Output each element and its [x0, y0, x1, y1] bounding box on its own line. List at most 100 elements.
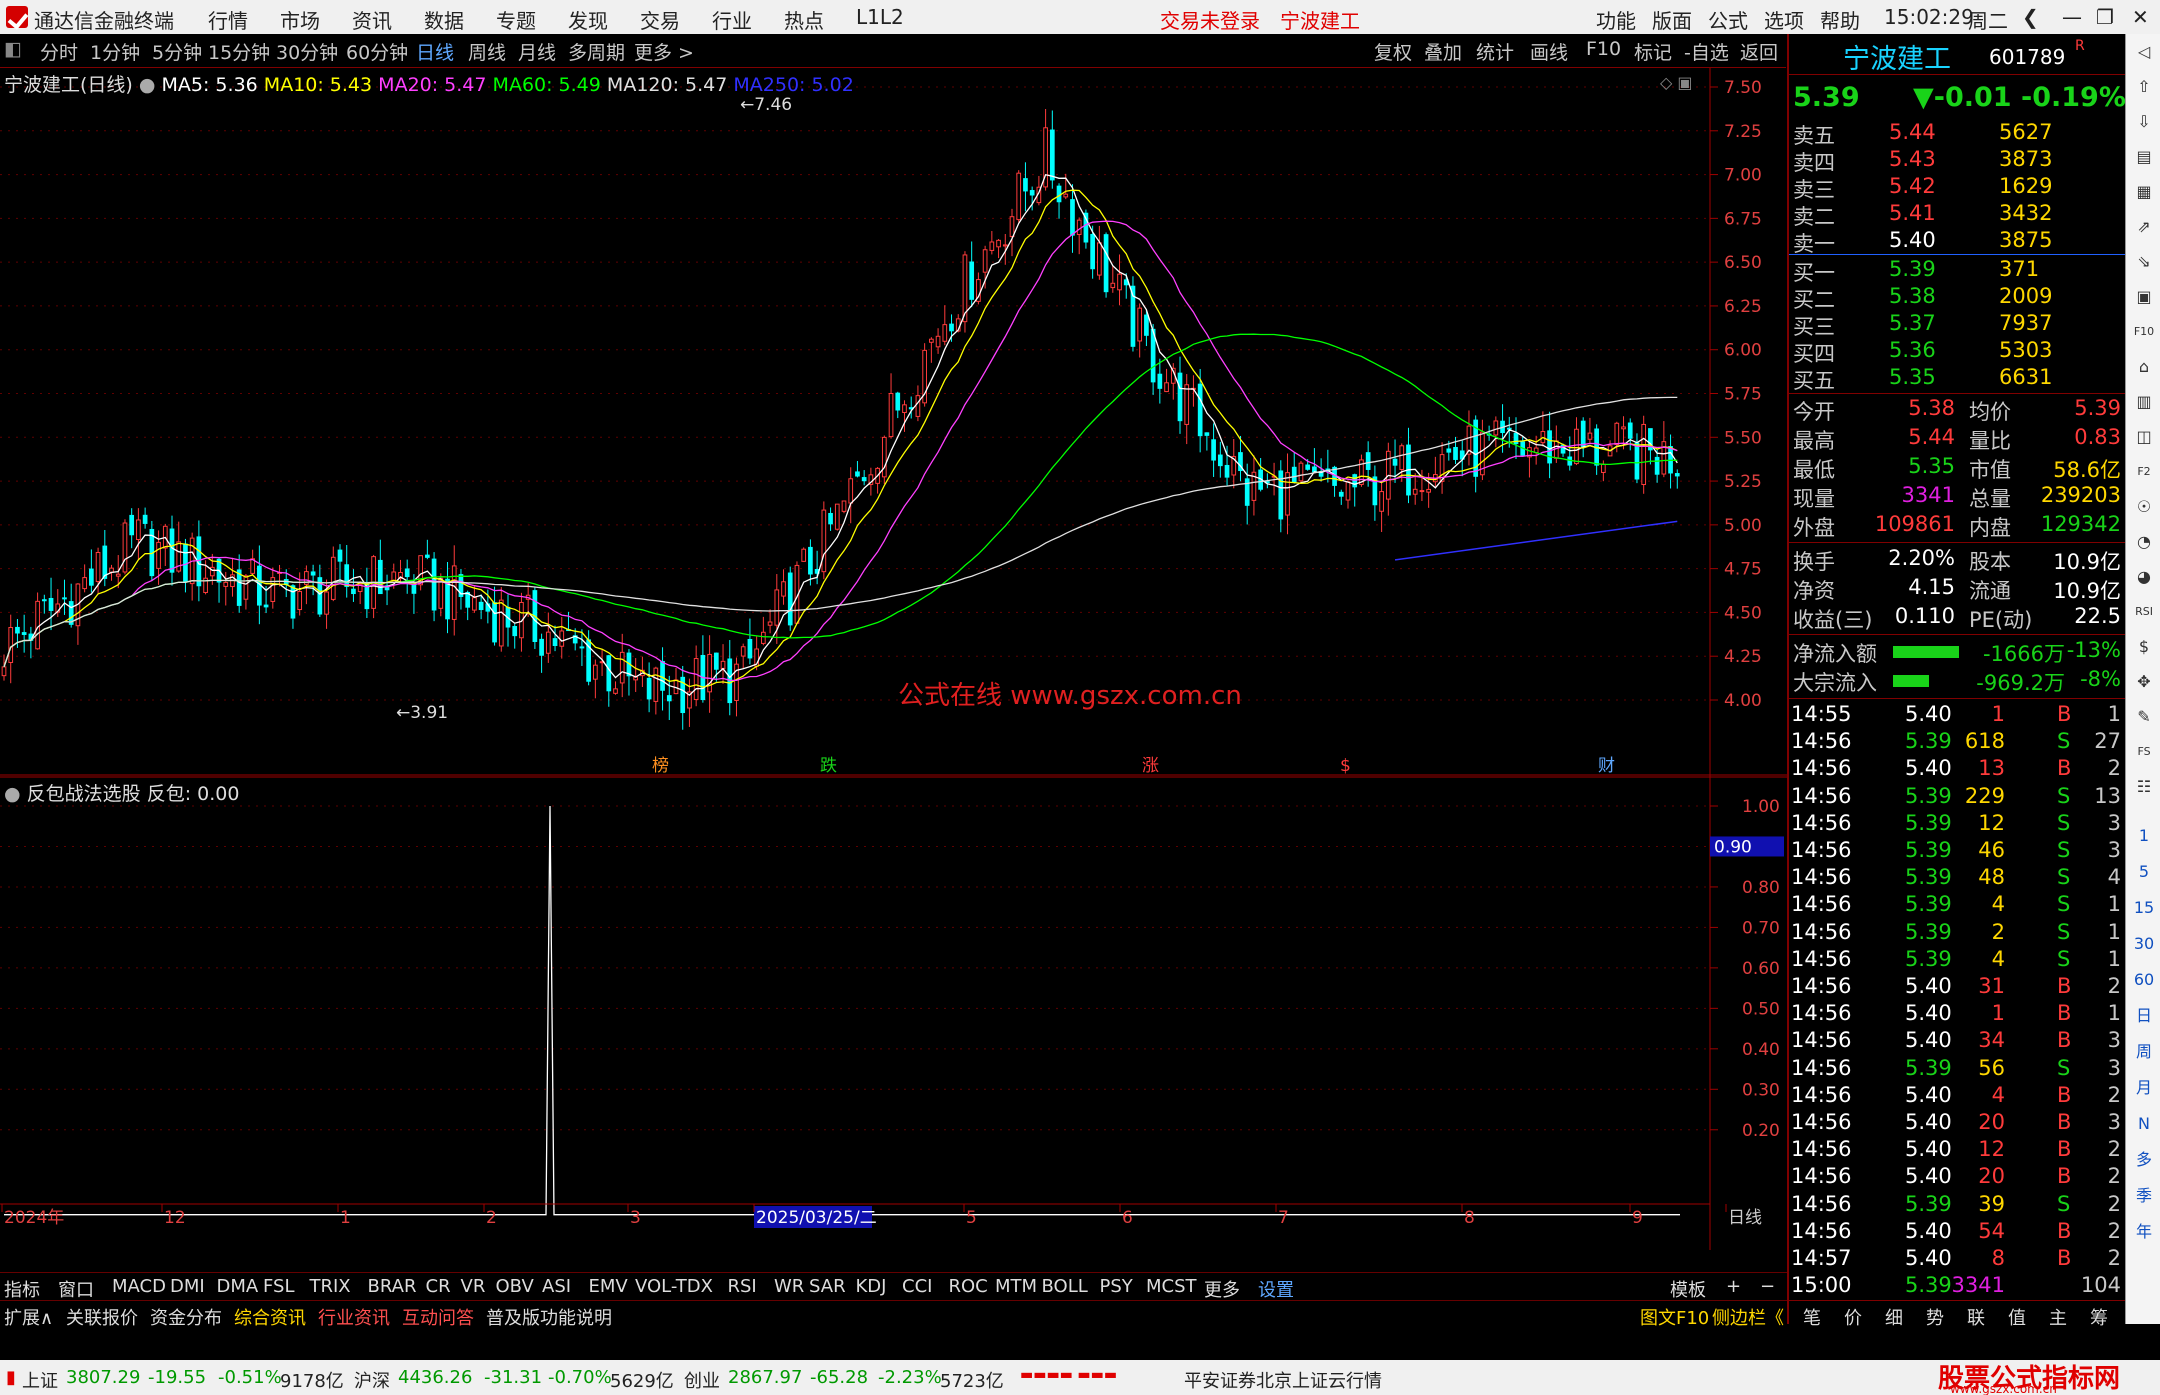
side-tool-icon[interactable]: F2 [2132, 460, 2156, 484]
side-tool-icon[interactable]: ▣ [2132, 285, 2156, 309]
indicator-tab[interactable]: 设置 [1258, 1276, 1294, 1302]
indicator-tab[interactable]: 指标 [4, 1276, 40, 1302]
side-period-button[interactable]: N [2132, 1112, 2156, 1136]
stat-row[interactable]: 换手 2.20% 股本 10.9亿 [1789, 546, 2125, 574]
side-period-button[interactable]: 季 [2132, 1184, 2156, 1208]
period-30min[interactable]: 30分钟 [276, 38, 338, 65]
btn-fanhui[interactable]: 返回 [1740, 38, 1778, 65]
indicator-tab[interactable]: DMA [217, 1276, 259, 1297]
quote-tab[interactable]: 联 [1967, 1304, 1985, 1330]
tick-row[interactable]: 14:56 5.39 618 S 27 [1789, 729, 2125, 756]
indicator-tab[interactable]: MCST [1146, 1276, 1197, 1297]
bottom-tab[interactable]: 普及版功能说明 [486, 1304, 612, 1330]
quote-tab[interactable]: 价 [1844, 1304, 1862, 1330]
tick-row[interactable]: 14:56 5.39 4 S 1 [1789, 892, 2125, 919]
menu-item-hangye[interactable]: 行业 [712, 5, 752, 34]
tick-row[interactable]: 14:56 5.40 20 B 2 [1789, 1164, 2125, 1191]
indicator-tab[interactable]: RSI [728, 1276, 757, 1297]
tick-row[interactable]: 14:56 5.39 4 S 1 [1789, 947, 2125, 974]
indicator-tab[interactable]: BOLL [1042, 1276, 1088, 1297]
stat-row[interactable]: 收益(三) 0.110 PE(动) 22.5 [1789, 604, 2125, 632]
side-period-button[interactable]: 月 [2132, 1076, 2156, 1100]
restore-icon[interactable]: ❐ [2096, 5, 2114, 29]
ask-row[interactable]: 卖一 5.40 3875 [1789, 228, 2125, 256]
tick-row[interactable]: 14:55 5.40 1 B 1 [1789, 702, 2125, 729]
tick-row[interactable]: 14:56 5.40 12 B 2 [1789, 1137, 2125, 1164]
settings-dot-icon[interactable]: ● [139, 74, 156, 96]
indicator-tab-right[interactable]: 模板 [1670, 1276, 1706, 1302]
bid-row[interactable]: 买二 5.38 2009 [1789, 284, 2125, 312]
indicator-tab[interactable]: FSL [263, 1276, 295, 1297]
indicator-chart[interactable]: 1.000.900.800.700.600.500.400.300.200.90… [0, 776, 1787, 1250]
tick-row[interactable]: 14:56 5.39 2 S 1 [1789, 920, 2125, 947]
menu-item-gongshi[interactable]: 公式 [1708, 5, 1748, 34]
btn-fuquan[interactable]: 复权 [1374, 38, 1412, 65]
back-arrow-icon[interactable]: ❮ [2022, 5, 2039, 29]
side-tool-icon[interactable]: ◔ [2132, 530, 2156, 554]
menu-item-l1l2[interactable]: L1L2 [856, 5, 904, 29]
tick-row[interactable]: 14:56 5.40 13 B 2 [1789, 756, 2125, 783]
sz-label[interactable]: 沪深 [354, 1367, 390, 1393]
indicator-tab[interactable]: MTM [995, 1276, 1037, 1297]
indicator-tab[interactable]: VR [461, 1276, 486, 1297]
indicator-tab[interactable]: ASI [542, 1276, 571, 1297]
tick-row[interactable]: 14:57 5.40 8 B 2 [1789, 1246, 2125, 1273]
bid-row[interactable]: 买三 5.37 7937 [1789, 311, 2125, 339]
btn-biaoji[interactable]: 标记 [1634, 38, 1672, 65]
side-tool-icon[interactable]: ✎ [2132, 705, 2156, 729]
period-60min[interactable]: 60分钟 [346, 38, 408, 65]
period-5min[interactable]: 5分钟 [152, 38, 202, 65]
side-period-button[interactable]: 多 [2132, 1148, 2156, 1172]
ask-row[interactable]: 卖三 5.42 1629 [1789, 174, 2125, 202]
stat-row[interactable]: 最高 5.44 量比 0.83 [1789, 425, 2125, 453]
side-tool-icon[interactable]: ◁ [2132, 40, 2156, 64]
period-multi[interactable]: 多周期 [568, 38, 625, 65]
indicator-tab[interactable]: CR [426, 1276, 451, 1297]
period-more[interactable]: 更多 > [634, 38, 694, 65]
quote-tab[interactable]: 细 [1885, 1304, 1903, 1330]
stat-row[interactable]: 外盘 109861 内盘 129342 [1789, 512, 2125, 540]
side-tool-icon[interactable]: ◫ [2132, 425, 2156, 449]
bottom-tab[interactable]: 行业资讯 [318, 1304, 390, 1330]
menu-item-shuju[interactable]: 数据 [424, 5, 464, 34]
tick-row[interactable]: 14:56 5.39 229 S 13 [1789, 784, 2125, 811]
bottom-tab-right[interactable]: 图文F10 [1640, 1304, 1709, 1330]
indicator-tab[interactable]: 更多 [1204, 1276, 1240, 1302]
bid-row[interactable]: 买一 5.39 371 [1789, 257, 2125, 285]
side-tool-icon[interactable]: ◕ [2132, 565, 2156, 589]
tick-row[interactable]: 14:56 5.39 48 S 4 [1789, 865, 2125, 892]
side-tool-icon[interactable]: ☷ [2132, 775, 2156, 799]
quote-tab[interactable]: 笔 [1803, 1304, 1821, 1330]
tick-row[interactable]: 14:56 5.40 31 B 2 [1789, 974, 2125, 1001]
btn-tongji[interactable]: 统计 [1476, 38, 1514, 65]
tick-row[interactable]: 14:56 5.39 56 S 3 [1789, 1056, 2125, 1083]
collapse-icon[interactable]: ◧ [4, 38, 22, 60]
stat-row[interactable]: 现量 3341 总量 239203 [1789, 483, 2125, 511]
tick-row[interactable]: 14:56 5.40 4 B 2 [1789, 1083, 2125, 1110]
bottom-tab[interactable]: 综合资讯 [234, 1304, 306, 1330]
flow-row[interactable]: 大宗流入 -969.2万 -8% [1789, 667, 2125, 695]
indicator-tab-right[interactable]: + [1726, 1276, 1741, 1297]
close-icon[interactable]: ✕ [2132, 5, 2149, 29]
bottom-tab[interactable]: 资金分布 [150, 1304, 222, 1330]
tick-row[interactable]: 14:56 5.40 54 B 2 [1789, 1219, 2125, 1246]
period-monthly[interactable]: 月线 [518, 38, 556, 65]
quote-tab[interactable]: 势 [1926, 1304, 1944, 1330]
menu-item-zhuanti[interactable]: 专题 [496, 5, 536, 34]
indicator-tab[interactable]: CCI [902, 1276, 932, 1297]
side-tool-icon[interactable]: ⇘ [2132, 250, 2156, 274]
indicator-tab-right[interactable]: − [1760, 1276, 1775, 1297]
indicator-tab[interactable]: BRAR [368, 1276, 417, 1297]
bottom-tab[interactable]: 互动问答 [402, 1304, 474, 1330]
side-tool-icon[interactable]: ✥ [2132, 670, 2156, 694]
btn-huaxian[interactable]: 画线 [1530, 38, 1568, 65]
login-status[interactable]: 交易未登录 [1160, 5, 1260, 34]
ask-row[interactable]: 卖二 5.41 3432 [1789, 201, 2125, 229]
stat-row[interactable]: 最低 5.35 市值 58.6亿 [1789, 454, 2125, 482]
side-tool-icon[interactable]: ⇗ [2132, 215, 2156, 239]
menu-item-shichang[interactable]: 市场 [280, 5, 320, 34]
side-period-button[interactable]: 年 [2132, 1220, 2156, 1244]
indicator-tab[interactable]: SAR [809, 1276, 846, 1297]
side-period-button[interactable]: 周 [2132, 1040, 2156, 1064]
tick-row[interactable]: 14:56 5.40 20 B 3 [1789, 1110, 2125, 1137]
